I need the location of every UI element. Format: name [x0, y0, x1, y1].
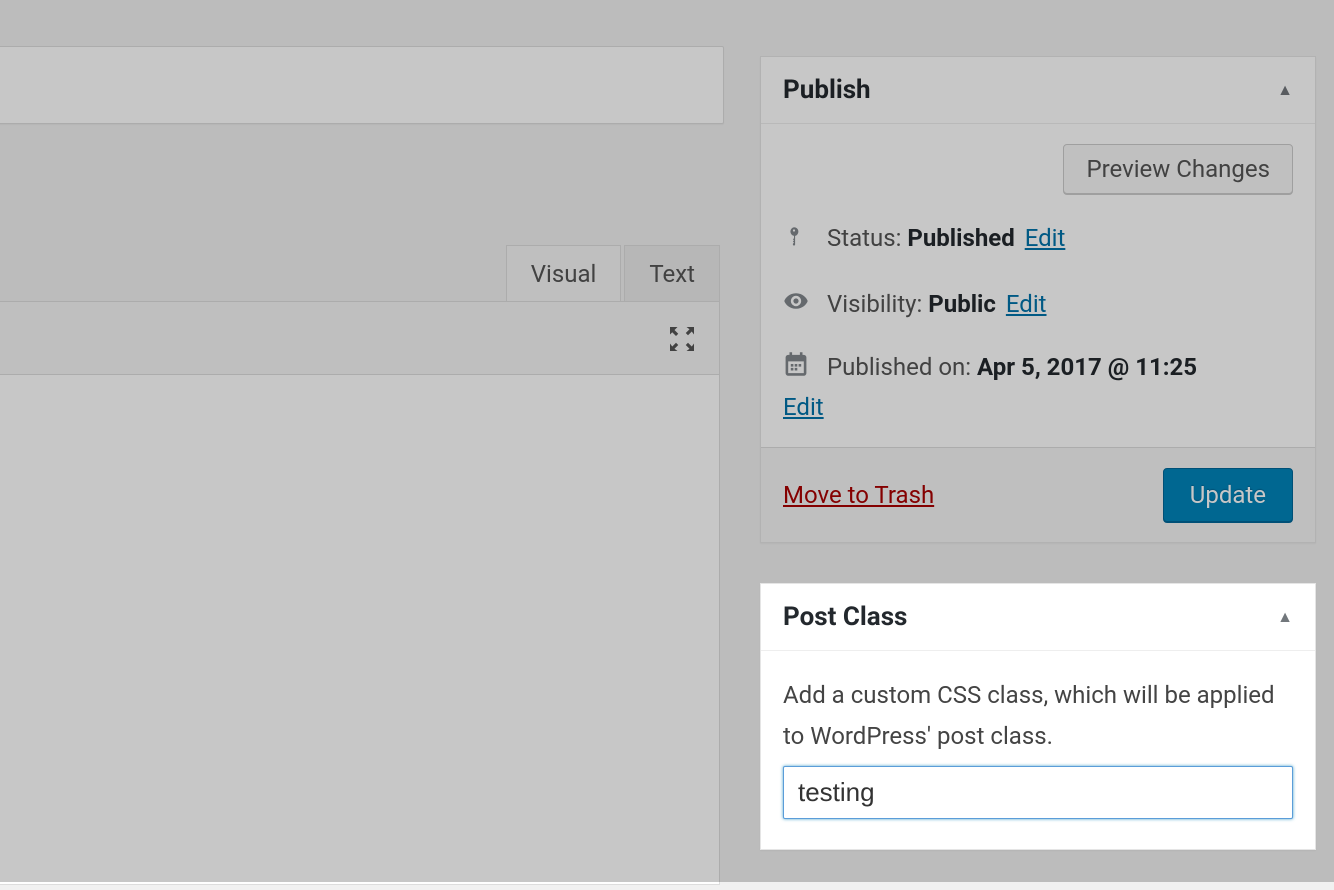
status-label: Status:	[827, 224, 907, 252]
publish-body: Preview Changes Status: Published Edit V…	[761, 124, 1315, 447]
edit-visibility-link[interactable]: Edit	[1006, 290, 1047, 318]
post-class-body: Add a custom CSS class, which will be ap…	[761, 651, 1315, 850]
preview-changes-button[interactable]: Preview Changes	[1063, 144, 1293, 194]
editor-tabs: Visual Text	[0, 245, 720, 302]
sidebar: Publish ▲ Preview Changes Status: Publis…	[760, 56, 1316, 890]
edit-status-link[interactable]: Edit	[1025, 224, 1066, 252]
status-row: Status: Published Edit	[783, 222, 1293, 260]
calendar-icon	[783, 351, 827, 387]
eye-icon	[783, 288, 827, 324]
published-row: Published on: Apr 5, 2017 @ 11:25	[783, 351, 1293, 387]
post-title-input[interactable]	[0, 46, 724, 124]
visibility-value: Public	[928, 290, 996, 318]
fullscreen-icon[interactable]	[667, 324, 697, 358]
editor-main-area: Visual Text	[0, 0, 730, 882]
publish-actions: Move to Trash Update	[761, 447, 1315, 542]
publish-metabox: Publish ▲ Preview Changes Status: Publis…	[760, 56, 1316, 543]
editor-content-area[interactable]	[0, 375, 720, 885]
collapse-icon: ▲	[1277, 80, 1293, 100]
post-class-metabox: Post Class ▲ Add a custom CSS class, whi…	[760, 583, 1316, 851]
update-button[interactable]: Update	[1163, 468, 1293, 522]
published-value: Apr 5, 2017 @ 11:25	[977, 353, 1197, 381]
post-class-description: Add a custom CSS class, which will be ap…	[783, 675, 1293, 757]
post-class-input[interactable]	[783, 766, 1293, 819]
collapse-icon: ▲	[1277, 607, 1293, 627]
visibility-row: Visibility: Public Edit	[783, 288, 1293, 324]
move-to-trash-link[interactable]: Move to Trash	[783, 481, 934, 509]
key-icon	[783, 222, 827, 260]
status-value: Published	[907, 224, 1014, 252]
publish-metabox-header[interactable]: Publish ▲	[761, 57, 1315, 124]
visibility-label: Visibility:	[827, 290, 928, 318]
published-label: Published on:	[827, 353, 977, 381]
post-class-metabox-header[interactable]: Post Class ▲	[761, 584, 1315, 651]
post-class-title: Post Class	[783, 602, 907, 632]
tab-visual[interactable]: Visual	[506, 245, 622, 302]
editor-toolbar	[0, 301, 720, 375]
edit-date-link[interactable]: Edit	[783, 393, 824, 421]
publish-title: Publish	[783, 75, 871, 105]
tab-text[interactable]: Text	[624, 245, 720, 302]
